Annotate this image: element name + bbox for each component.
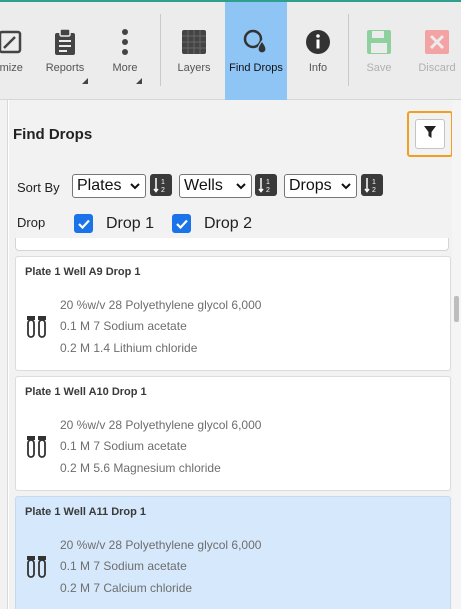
- toolbar-separator: [348, 14, 349, 86]
- drop-card-title: Plate 1 Well A10 Drop 1: [25, 386, 147, 398]
- drop-card-line: 0.1 M 7 Sodium acetate: [60, 319, 187, 333]
- sort-drops-select[interactable]: Drops: [284, 174, 357, 198]
- find-drops-icon: [242, 28, 270, 56]
- chevron-down-icon: [341, 183, 351, 190]
- drop-2-label[interactable]: Drop 2: [204, 215, 252, 233]
- optimize-icon: [0, 28, 24, 56]
- sort-plates-value: Plates: [77, 177, 122, 194]
- find-drops-button[interactable]: Find Drops: [225, 2, 287, 100]
- sort-wells-order-button[interactable]: 12: [255, 174, 277, 196]
- more-menu-corner-icon: [136, 78, 142, 84]
- sort-wells-value: Wells: [184, 177, 223, 194]
- test-tubes-icon: [27, 436, 46, 458]
- test-tubes-icon: [27, 316, 46, 338]
- funnel-icon: [423, 125, 437, 144]
- checkmark-icon: [175, 219, 188, 229]
- drop-filter-label: Drop: [17, 215, 46, 230]
- reports-label: Reports: [45, 62, 85, 74]
- test-tubes-icon: [27, 556, 46, 578]
- save-icon: [365, 28, 393, 56]
- drop-1-checkbox[interactable]: [74, 214, 93, 233]
- filter-button-inner: [415, 119, 445, 149]
- discard-label: Discard: [418, 62, 456, 74]
- left-panel-edge: [0, 100, 8, 609]
- svg-text:2: 2: [266, 187, 270, 194]
- drop-card-line: 0.2 M 7 Calcium chloride: [60, 581, 193, 595]
- list-top-edge: [15, 238, 449, 251]
- sort-order-icon: 12: [153, 178, 165, 194]
- discard-icon: [423, 28, 451, 56]
- toolbar: imize Reports More Layers Find Drops Inf…: [0, 2, 461, 100]
- sort-order-icon: 12: [258, 178, 270, 194]
- sort-drops-order-button[interactable]: 12: [361, 174, 383, 196]
- drop-card-line: 0.1 M 7 Sodium acetate: [60, 439, 187, 453]
- drop-card-line: 20 %w/v 28 Polyethylene glycol 6,000: [60, 298, 262, 312]
- drop-card[interactable]: Plate 1 Well A10 Drop 1 20 %w/v 28 Polye…: [15, 376, 451, 491]
- drop-card-line: 20 %w/v 28 Polyethylene glycol 6,000: [60, 418, 262, 432]
- info-icon: [304, 28, 332, 56]
- svg-text:2: 2: [372, 187, 376, 194]
- svg-text:1: 1: [372, 179, 376, 186]
- panel-title: Find Drops: [13, 126, 93, 143]
- toolbar-separator: [160, 14, 161, 86]
- checkmark-icon: [77, 219, 90, 229]
- svg-text:1: 1: [161, 179, 165, 186]
- find-drops-label: Find Drops: [229, 62, 283, 74]
- sort-wells-select[interactable]: Wells: [179, 174, 252, 198]
- drop-2-checkbox[interactable]: [172, 214, 191, 233]
- layers-icon: [180, 28, 208, 56]
- filter-button[interactable]: [407, 111, 453, 157]
- drop-card-line: 0.2 M 5.6 Magnesium chloride: [60, 461, 221, 475]
- scrollbar-thumb[interactable]: [454, 296, 459, 322]
- optimize-button[interactable]: imize: [0, 2, 32, 100]
- drop-card[interactable]: Plate 1 Well A9 Drop 1 20 %w/v 28 Polyet…: [15, 256, 451, 371]
- more-label: More: [112, 62, 138, 74]
- sort-by-label: Sort By: [17, 180, 60, 195]
- reports-menu-corner-icon: [82, 78, 88, 84]
- svg-text:2: 2: [161, 187, 165, 194]
- info-label: Info: [308, 62, 328, 74]
- drop-1-label[interactable]: Drop 1: [106, 215, 154, 233]
- optimize-label: imize: [0, 62, 23, 74]
- sort-order-icon: 12: [364, 178, 376, 194]
- drop-card-line: 20 %w/v 28 Polyethylene glycol 6,000: [60, 538, 262, 552]
- drop-card-title: Plate 1 Well A9 Drop 1: [25, 266, 141, 278]
- chevron-down-icon: [130, 183, 140, 190]
- svg-text:1: 1: [266, 179, 270, 186]
- sort-plates-order-button[interactable]: 12: [150, 174, 172, 196]
- layers-label: Layers: [177, 62, 211, 74]
- drop-card-selected[interactable]: Plate 1 Well A11 Drop 1 20 %w/v 28 Polye…: [15, 496, 451, 609]
- find-drops-panel: Find Drops Sort By Plates 12 Wells 12 Dr…: [9, 100, 453, 609]
- discard-button[interactable]: Discard: [412, 2, 461, 100]
- chevron-down-icon: [236, 183, 246, 190]
- info-button[interactable]: Info: [292, 2, 344, 100]
- drop-card-title: Plate 1 Well A11 Drop 1: [25, 506, 147, 518]
- save-button[interactable]: Save: [354, 2, 404, 100]
- sort-plates-select[interactable]: Plates: [72, 174, 146, 198]
- layers-button[interactable]: Layers: [167, 2, 221, 100]
- more-vertical-icon: [111, 28, 139, 56]
- sort-drops-value: Drops: [289, 177, 332, 194]
- clipboard-icon: [51, 28, 79, 56]
- reports-button[interactable]: Reports: [40, 2, 90, 100]
- save-label: Save: [366, 62, 392, 74]
- drop-card-line: 0.2 M 1.4 Lithium chloride: [60, 341, 198, 355]
- more-button[interactable]: More: [100, 2, 150, 100]
- drop-card-line: 0.1 M 7 Sodium acetate: [60, 559, 187, 573]
- panel-scrollbar[interactable]: [452, 100, 461, 609]
